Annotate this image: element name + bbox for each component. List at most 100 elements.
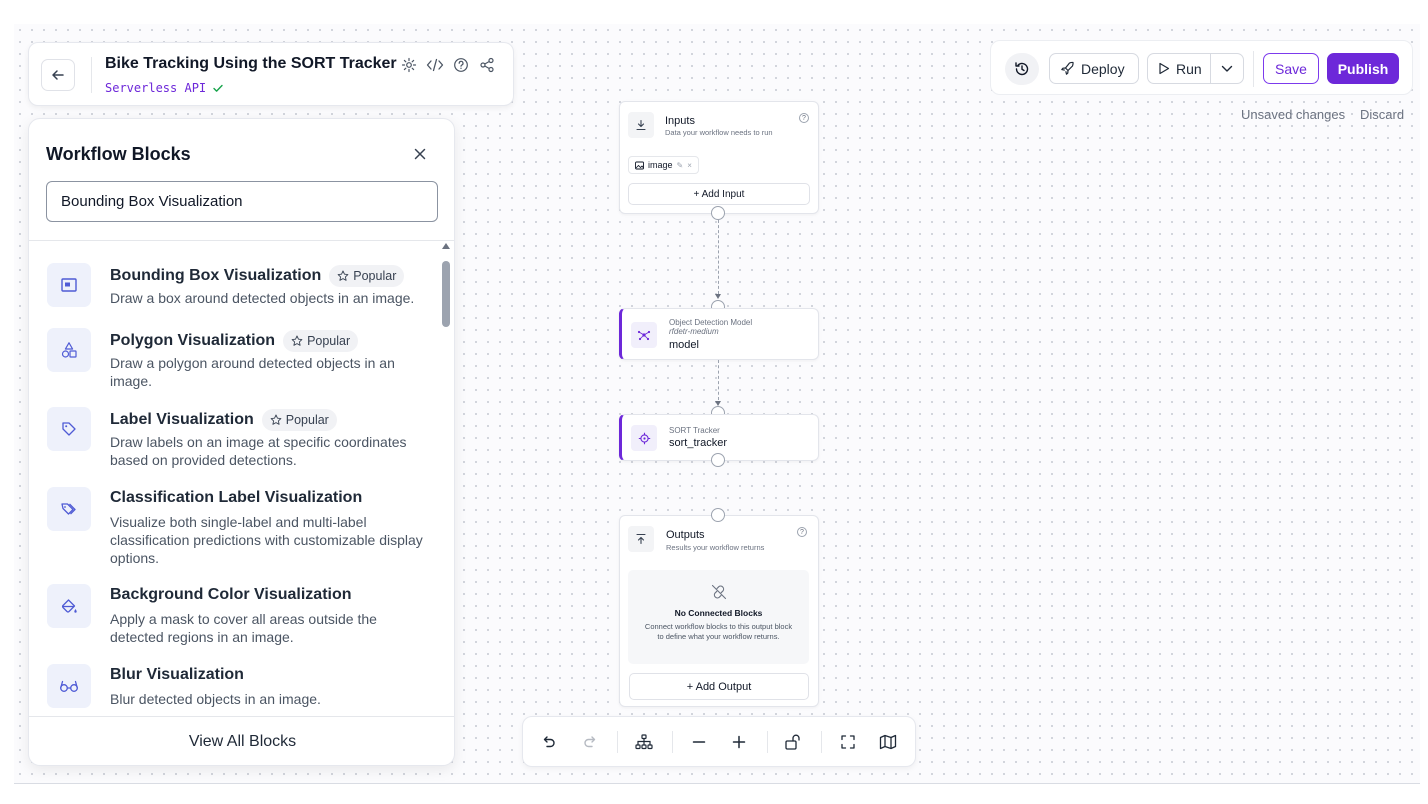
workflow-title: Bike Tracking Using the SORT Tracker xyxy=(105,55,397,72)
outputs-title: Outputs xyxy=(666,529,705,541)
check-icon xyxy=(212,82,224,94)
no-connected-description: Connect workflow blocks to this output b… xyxy=(644,622,793,641)
add-input-button[interactable]: + Add Input xyxy=(628,183,810,205)
polygon-shapes-icon xyxy=(47,328,91,372)
help-circle-icon[interactable]: ? xyxy=(797,527,807,537)
header-divider xyxy=(91,57,92,93)
popular-badge: Popular xyxy=(329,265,405,287)
outputs-subtitle: Results your workflow returns xyxy=(666,543,765,552)
tracker-name: sort_tracker xyxy=(669,437,728,449)
top-toolbar: Deploy Run Save Publish xyxy=(990,40,1413,95)
deploy-button[interactable]: Deploy xyxy=(1049,53,1139,84)
redo-icon xyxy=(582,734,598,750)
list-item[interactable]: Label Visualization Popular Draw labels … xyxy=(47,395,439,471)
back-button[interactable] xyxy=(41,59,75,91)
deployment-type-label: Serverless API xyxy=(105,81,207,95)
run-options-dropdown[interactable] xyxy=(1210,53,1244,84)
plus-icon xyxy=(731,734,747,750)
bounding-box-icon xyxy=(47,263,91,307)
save-button[interactable]: Save xyxy=(1263,53,1319,84)
list-item[interactable]: Background Color Visualization Apply a m… xyxy=(47,572,439,648)
undo-button[interactable] xyxy=(538,731,560,753)
outputs-node[interactable]: Outputs Results your workflow returns ? … xyxy=(619,515,819,707)
share-icon[interactable] xyxy=(477,55,497,75)
hierarchy-icon xyxy=(635,734,653,750)
item-title-row: Classification Label Visualization xyxy=(110,489,362,507)
edge-model-tracker xyxy=(718,360,719,400)
fit-view-button[interactable] xyxy=(837,731,859,753)
item-title: Polygon Visualization xyxy=(110,332,276,349)
fullscreen-icon xyxy=(840,734,856,750)
list-item[interactable]: Classification Label Visualization Visua… xyxy=(47,475,439,571)
help-circle-icon[interactable]: ? xyxy=(799,113,809,123)
map-icon xyxy=(879,734,897,750)
no-connected-blocks-placeholder: No Connected Blocks Connect workflow blo… xyxy=(628,570,809,664)
input-chip-image[interactable]: image ✎ × xyxy=(628,156,699,174)
model-network-icon xyxy=(631,322,657,348)
discard-button[interactable]: Discard xyxy=(1360,107,1404,122)
lock-toggle-button[interactable] xyxy=(782,731,804,753)
model-name: model xyxy=(669,339,699,351)
badge-label: Popular xyxy=(353,269,397,283)
run-label: Run xyxy=(1176,60,1202,77)
controls-divider xyxy=(767,731,768,753)
badge-label: Popular xyxy=(307,334,351,348)
toolbar-divider xyxy=(1253,51,1254,87)
controls-divider xyxy=(821,731,822,753)
rocket-icon xyxy=(1060,61,1075,76)
badge-label: Popular xyxy=(285,413,329,427)
help-circle-icon[interactable] xyxy=(451,55,471,75)
run-button[interactable]: Run xyxy=(1147,53,1211,84)
item-title-row: Label Visualization Popular xyxy=(110,409,337,431)
input-chip-label: image xyxy=(648,160,673,170)
tracker-output-handle[interactable] xyxy=(711,453,725,467)
item-title-row: Bounding Box Visualization Popular xyxy=(110,265,405,287)
list-item[interactable]: Polygon Visualization Popular Draw a pol… xyxy=(47,316,439,392)
workflow-blocks-panel: Workflow Blocks Bounding Box Visualizati… xyxy=(28,118,455,766)
item-title: Blur Visualization xyxy=(110,666,244,683)
crosshair-icon xyxy=(631,425,657,451)
controls-divider xyxy=(672,731,673,753)
view-all-blocks-button[interactable]: View All Blocks xyxy=(29,717,454,765)
publish-button[interactable]: Publish xyxy=(1327,53,1399,84)
zoom-out-button[interactable] xyxy=(688,731,710,753)
inputs-output-handle[interactable] xyxy=(711,206,725,220)
upload-icon xyxy=(628,526,654,552)
undo-icon xyxy=(541,734,557,750)
close-panel-button[interactable] xyxy=(409,143,431,165)
block-list-scrollbar[interactable] xyxy=(441,243,451,713)
scroll-up-arrow-icon[interactable] xyxy=(442,243,450,249)
gear-icon[interactable] xyxy=(399,55,419,75)
zoom-in-button[interactable] xyxy=(728,731,750,753)
item-description: Draw a box around detected objects in an… xyxy=(110,290,415,306)
block-search-input[interactable] xyxy=(46,181,438,222)
redo-button[interactable] xyxy=(579,731,601,753)
object-detection-model-node[interactable]: Object Detection Model rfdetr-medium mod… xyxy=(619,308,819,360)
edit-icon[interactable]: ✎ xyxy=(677,161,684,170)
list-item[interactable]: Bounding Box Visualization Popular Draw … xyxy=(47,251,439,313)
outputs-input-handle[interactable] xyxy=(711,508,725,522)
inputs-node[interactable]: Inputs Data your workflow needs to run ?… xyxy=(619,101,819,214)
popular-badge: Popular xyxy=(283,330,359,352)
panel-title: Workflow Blocks xyxy=(46,144,191,164)
auto-layout-button[interactable] xyxy=(633,731,655,753)
add-output-button[interactable]: + Add Output xyxy=(629,673,809,700)
star-icon xyxy=(337,270,349,282)
history-button[interactable] xyxy=(1005,53,1039,85)
popular-badge: Popular xyxy=(261,409,337,431)
workflow-header: Bike Tracking Using the SORT Tracker Ser… xyxy=(28,42,514,106)
code-icon[interactable] xyxy=(425,55,445,75)
close-icon[interactable]: × xyxy=(687,161,692,170)
item-description: Apply a mask to cover all areas outside … xyxy=(110,611,377,645)
item-description: Visualize both single-label and multi-la… xyxy=(110,514,423,566)
minus-icon xyxy=(691,734,707,750)
inputs-title: Inputs xyxy=(665,115,695,127)
scroll-thumb[interactable] xyxy=(442,261,450,327)
inputs-subtitle: Data your workflow needs to run xyxy=(665,128,773,137)
item-description: Draw labels on an image at specific coor… xyxy=(110,434,407,468)
minimap-button[interactable] xyxy=(877,731,899,753)
list-item[interactable]: Blur Visualization Blur detected objects… xyxy=(47,652,439,714)
item-title-row: Background Color Visualization xyxy=(110,586,352,604)
download-icon xyxy=(628,112,654,138)
model-variant: rfdetr-medium xyxy=(669,327,719,336)
